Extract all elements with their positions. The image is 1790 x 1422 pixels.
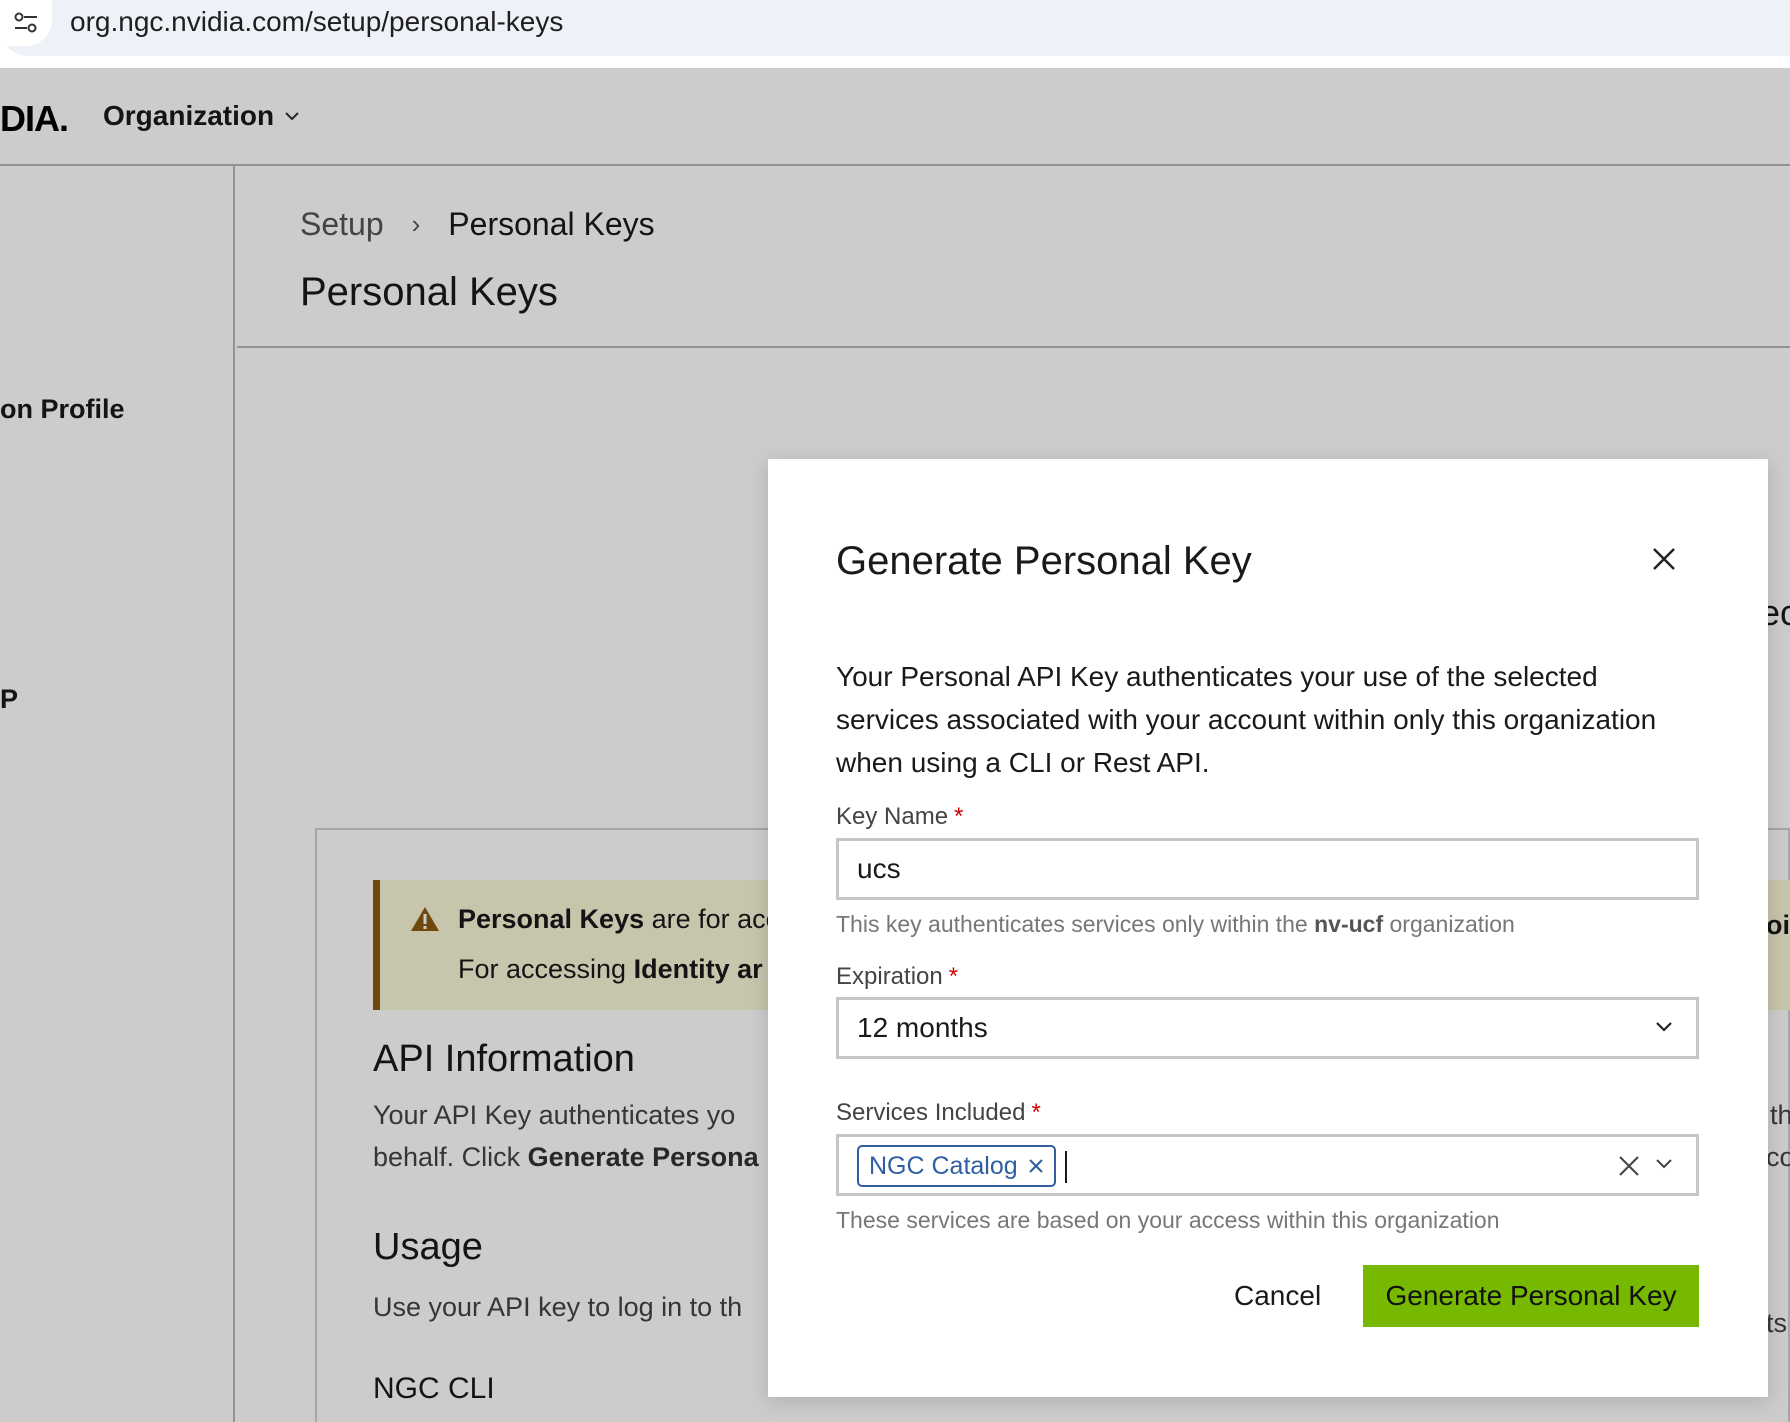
services-multiselect[interactable]: NGC Catalog	[836, 1134, 1699, 1196]
expiration-select[interactable]: 12 months	[836, 997, 1699, 1059]
chevron-down-icon[interactable]	[1654, 1157, 1674, 1171]
cancel-button[interactable]: Cancel	[1208, 1265, 1347, 1327]
expiration-value: 12 months	[857, 1012, 988, 1043]
generate-personal-key-button[interactable]: Generate Personal Key	[1363, 1265, 1699, 1327]
generate-key-modal: Generate Personal Key Your Personal API …	[768, 459, 1768, 1397]
text-cursor	[1065, 1151, 1067, 1183]
chevron-down-icon	[1656, 1022, 1672, 1032]
modal-title: Generate Personal Key	[836, 539, 1252, 583]
service-tag-label: NGC Catalog	[869, 1151, 1018, 1180]
key-name-value: ucs	[857, 853, 901, 884]
address-bar[interactable]: org.ngc.nvidia.com/setup/personal-keys	[0, 0, 1790, 56]
services-helper: These services are based on your access …	[836, 1207, 1500, 1233]
key-name-label: Key Name *	[836, 803, 964, 830]
key-name-input[interactable]: ucs	[836, 838, 1699, 900]
browser-bar: org.ngc.nvidia.com/setup/personal-keys	[0, 0, 1790, 68]
close-icon[interactable]	[1648, 543, 1680, 575]
modal-description: Your Personal API Key authenticates your…	[836, 661, 1657, 778]
service-tag: NGC Catalog	[857, 1145, 1056, 1187]
services-label: Services Included *	[836, 1099, 1041, 1126]
expiration-label: Expiration *	[836, 963, 959, 990]
url-text[interactable]: org.ngc.nvidia.com/setup/personal-keys	[70, 6, 563, 38]
site-settings-icon[interactable]	[0, 0, 52, 46]
remove-tag-icon[interactable]	[1028, 1158, 1044, 1174]
key-name-helper: This key authenticates services only wit…	[836, 911, 1515, 937]
clear-all-icon[interactable]	[1618, 1155, 1640, 1177]
